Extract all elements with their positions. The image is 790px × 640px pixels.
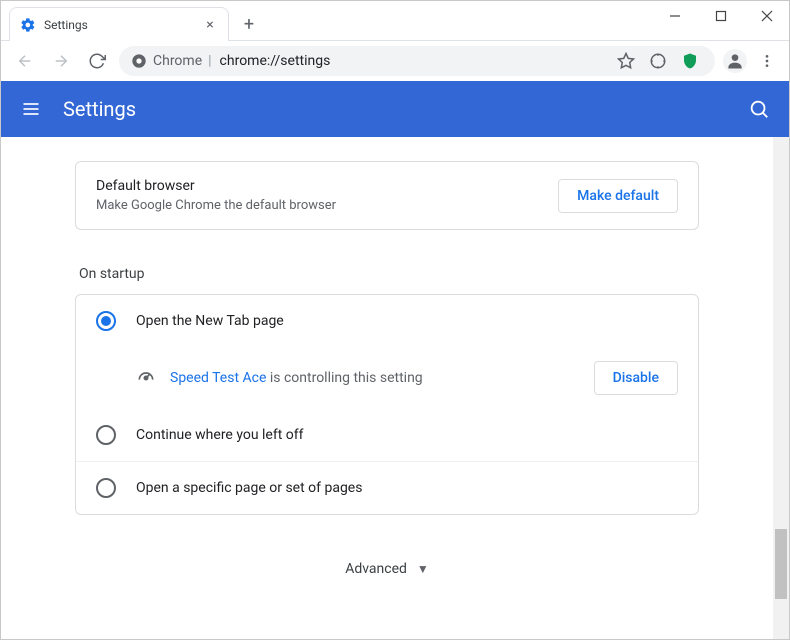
settings-content: Default browser Make Google Chrome the d… [1, 137, 773, 639]
radio-icon [96, 311, 116, 331]
chevron-down-icon: ▼ [417, 562, 429, 576]
tab-settings[interactable]: Settings × [9, 7, 229, 41]
advanced-label: Advanced [345, 561, 407, 577]
extension-controlling-text: Speed Test Ace is controlling this setti… [170, 370, 580, 386]
radio-label: Continue where you left off [136, 427, 304, 443]
star-icon[interactable] [617, 52, 635, 70]
radio-label: Open a specific page or set of pages [136, 480, 362, 496]
close-tab-icon[interactable]: × [202, 17, 218, 33]
minimize-button[interactable] [652, 0, 698, 32]
startup-option-new-tab[interactable]: Open the New Tab page [76, 295, 698, 347]
startup-option-specific-pages[interactable]: Open a specific page or set of pages [76, 461, 698, 514]
speedometer-icon [136, 368, 156, 388]
advanced-toggle[interactable]: Advanced ▼ [75, 561, 699, 577]
menu-icon[interactable] [19, 97, 43, 121]
search-icon[interactable] [747, 97, 771, 121]
scrollbar[interactable] [773, 137, 789, 639]
tab-title: Settings [44, 18, 194, 32]
maximize-button[interactable] [698, 0, 744, 32]
default-browser-title: Default browser [96, 178, 336, 194]
window-controls [652, 0, 790, 32]
new-tab-button[interactable]: + [235, 10, 263, 38]
default-browser-card: Default browser Make Google Chrome the d… [75, 161, 699, 230]
address-bar[interactable]: Chrome | [119, 46, 715, 76]
settings-header: Settings [1, 81, 789, 137]
startup-option-continue[interactable]: Continue where you left off [76, 409, 698, 461]
gear-icon [20, 17, 36, 33]
separator: | [208, 53, 211, 69]
profile-avatar[interactable] [723, 49, 747, 73]
browser-toolbar: Chrome | [1, 41, 789, 81]
scrollbar-thumb[interactable] [775, 529, 787, 599]
radio-icon [96, 478, 116, 498]
site-info-chip[interactable]: Chrome | [131, 53, 212, 69]
extension-link[interactable]: Speed Test Ace [170, 370, 266, 386]
startup-card: Open the New Tab page Speed Test Ace is … [75, 294, 699, 515]
shield-icon[interactable] [681, 52, 699, 70]
site-info-label: Chrome [153, 53, 202, 69]
forward-button[interactable] [47, 47, 75, 75]
back-button[interactable] [11, 47, 39, 75]
url-input[interactable] [220, 53, 609, 69]
browser-menu-button[interactable] [755, 49, 779, 73]
reload-button[interactable] [83, 47, 111, 75]
radio-icon [96, 425, 116, 445]
radio-label: Open the New Tab page [136, 313, 284, 329]
page-title: Settings [63, 97, 136, 121]
make-default-button[interactable]: Make default [558, 179, 678, 213]
disable-extension-button[interactable]: Disable [594, 361, 678, 395]
tracker-icon[interactable] [649, 52, 667, 70]
extension-controlling-row: Speed Test Ace is controlling this setti… [76, 347, 698, 409]
close-window-button[interactable] [744, 0, 790, 32]
on-startup-heading: On startup [79, 266, 699, 282]
default-browser-subtitle: Make Google Chrome the default browser [96, 198, 336, 213]
